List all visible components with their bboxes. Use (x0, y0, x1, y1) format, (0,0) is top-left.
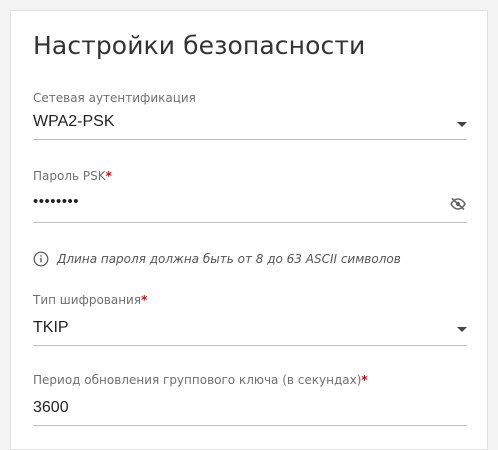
password-hint: Длина пароля должна быть от 8 до 63 ASCI… (33, 251, 401, 267)
section-title: Настройки безопасности (33, 31, 366, 60)
required-mark: * (141, 293, 148, 307)
chevron-down-icon (457, 327, 467, 332)
auth-value: WPA2-PSK (33, 113, 115, 130)
cipher-select[interactable]: Тип шифрования* TKIP (33, 293, 467, 346)
required-mark: * (361, 373, 368, 387)
rekey-field: Период обновления группового ключа (в се… (33, 373, 467, 426)
auth-label: Сетевая аутентификация (33, 91, 196, 105)
psk-label: Пароль PSK* (33, 169, 112, 183)
rekey-underline (33, 425, 467, 426)
psk-input[interactable]: •••••••• (33, 193, 79, 211)
cipher-underline (33, 345, 467, 346)
required-mark: * (105, 169, 112, 183)
chevron-down-icon (457, 122, 467, 127)
hint-text: Длина пароля должна быть от 8 до 63 ASCI… (57, 252, 401, 266)
rekey-input[interactable]: 3600 (33, 399, 69, 417)
psk-underline (33, 222, 467, 223)
psk-field: Пароль PSK* •••••••• (33, 169, 467, 223)
auth-underline (33, 139, 467, 140)
cipher-value: TKIP (33, 319, 69, 336)
rekey-label: Период обновления группового ключа (в се… (33, 373, 368, 387)
cipher-label: Тип шифрования* (33, 293, 148, 307)
eye-off-icon[interactable] (449, 197, 467, 211)
info-circle-icon (33, 251, 49, 267)
auth-select[interactable]: Сетевая аутентификация WPA2-PSK (33, 91, 467, 140)
security-settings-card: Настройки безопасности Сетевая аутентифи… (10, 10, 488, 450)
